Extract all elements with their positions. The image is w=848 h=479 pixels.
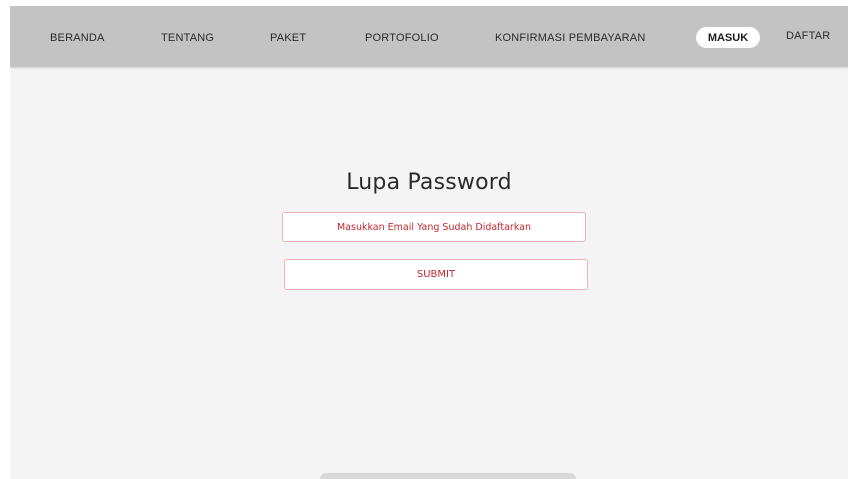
- email-field[interactable]: [282, 212, 586, 242]
- submit-button[interactable]: SUBMIT: [284, 259, 588, 290]
- page-frame: BERANDA TENTANG PAKET PORTOFOLIO KONFIRM…: [10, 6, 848, 479]
- top-navbar: BERANDA TENTANG PAKET PORTOFOLIO KONFIRM…: [10, 6, 848, 67]
- nav-item-paket[interactable]: PAKET: [270, 32, 306, 44]
- page-title: Lupa Password: [346, 170, 512, 195]
- nav-item-beranda[interactable]: BERANDA: [50, 32, 105, 44]
- nav-item-portofolio[interactable]: PORTOFOLIO: [365, 32, 439, 44]
- nav-item-tentang[interactable]: TENTANG: [161, 32, 214, 44]
- nav-daftar-link[interactable]: DAFTAR: [786, 30, 830, 42]
- nav-item-konfirmasi-pembayaran[interactable]: KONFIRMASI PEMBAYARAN: [495, 32, 645, 44]
- nav-masuk-button[interactable]: MASUK: [696, 27, 760, 48]
- bottom-scroll-indicator: [320, 473, 576, 479]
